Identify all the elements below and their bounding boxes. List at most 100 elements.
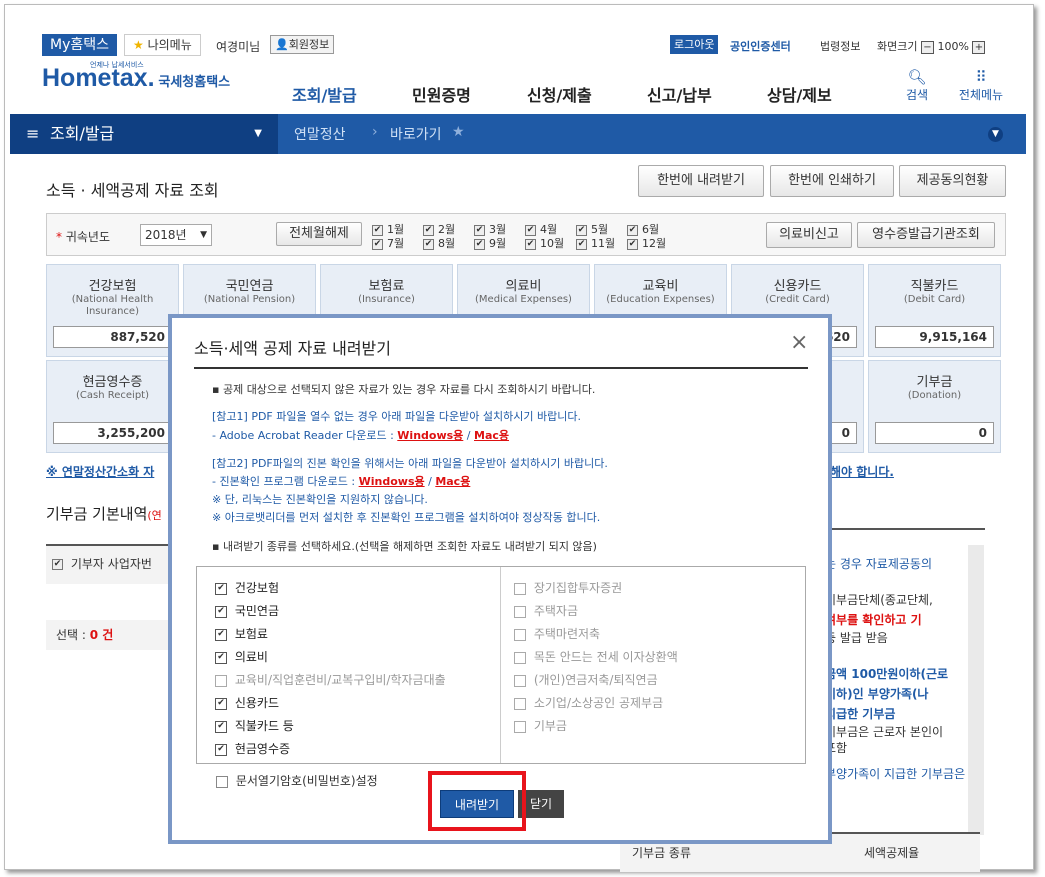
close-icon[interactable]: × (790, 330, 808, 355)
download-option[interactable]: ✔ 직불카드 등 (215, 717, 294, 734)
my-menu-button[interactable]: ★ 나의메뉴 (124, 34, 201, 56)
month-option[interactable]: ✔ 7월 (372, 235, 404, 251)
month-option[interactable]: ✔ 9월 (474, 235, 506, 251)
month-option[interactable]: ✔ 12월 (627, 235, 666, 251)
col-deduction-rate: 세액공제율 (864, 846, 920, 860)
download-option[interactable]: ✔ 현금영수증 (215, 740, 290, 757)
year-select[interactable]: 2018년 ▼ (140, 224, 212, 246)
checkbox-checked-icon[interactable]: ✔ (525, 238, 536, 250)
password-option[interactable]: 문서열기암호(비밀번호)설정 (216, 772, 378, 789)
download-option[interactable]: 기부금 (514, 717, 567, 734)
checkbox-checked-icon[interactable]: ✔ (423, 238, 434, 250)
cert-center-link[interactable]: 공인인증센터 (730, 38, 791, 54)
checkbox-icon[interactable] (514, 582, 526, 595)
checkbox-icon[interactable] (215, 674, 227, 687)
select-all-checkbox[interactable]: ✔ (52, 559, 63, 570)
dropdown-icon: ▼ (254, 128, 262, 139)
download-option[interactable]: ✔ 국민연금 (215, 602, 279, 619)
month-option[interactable]: ✔ 10월 (525, 235, 564, 251)
month-option[interactable]: ✔ 8월 (423, 235, 455, 251)
checkbox-checked-icon[interactable]: ✔ (215, 582, 227, 595)
medical-report-button[interactable]: 의료비신고 (766, 222, 852, 248)
month-option[interactable]: ✔ 11월 (576, 235, 615, 251)
download-option[interactable]: ✔ 의료비 (215, 648, 268, 665)
nav-certificate[interactable]: 민원증명 (412, 82, 471, 106)
checkbox-checked-icon[interactable]: ✔ (215, 697, 227, 710)
nav-apply[interactable]: 신청/제출 (527, 82, 592, 106)
breadcrumb-menu[interactable]: ≡ 조회/발급 ▼ (10, 114, 278, 154)
search-button[interactable]: 🔍︎ 검색 (902, 68, 932, 103)
member-info-label: 회원정보 (288, 38, 330, 51)
download-option[interactable]: 장기집합투자증권 (514, 579, 622, 596)
nav-report[interactable]: 신고/납부 (647, 82, 712, 106)
checkbox-checked-icon[interactable]: ✔ (474, 224, 485, 236)
checkbox-checked-icon[interactable]: ✔ (215, 651, 227, 664)
download-option[interactable]: 주택자금 (514, 602, 578, 619)
download-option[interactable]: ✔ 보험료 (215, 625, 268, 642)
download-option[interactable]: ✔ 신용카드 (215, 694, 279, 711)
download-option[interactable]: 주택마련저축 (514, 625, 600, 642)
checkbox-checked-icon[interactable]: ✔ (423, 224, 434, 236)
verify-mac-link[interactable]: Mac용 (435, 475, 470, 488)
download-option[interactable]: 목돈 안드는 전세 이자상환액 (514, 648, 678, 665)
verify-windows-link[interactable]: Windows용 (359, 475, 425, 488)
checkbox-checked-icon[interactable]: ✔ (474, 238, 485, 250)
my-hometax-button[interactable]: My홈택스 (42, 34, 118, 56)
zoom-in-button[interactable]: + (972, 41, 986, 54)
law-info-link[interactable]: 법령정보 (820, 38, 860, 54)
deduction-card[interactable]: 직불카드 (Debit Card) 9,915,164 (868, 264, 1001, 357)
checkbox-checked-icon[interactable]: ✔ (576, 224, 587, 236)
uncheck-all-months-button[interactable]: 전체월해제 (276, 222, 362, 246)
all-menu-button[interactable]: ⠿ 전체메뉴 (955, 68, 1007, 103)
download-all-button[interactable]: 한번에 내려받기 (638, 165, 764, 197)
download-option[interactable]: 소기업/소상공인 공제부금 (514, 694, 663, 711)
star-outline-icon[interactable]: ★ (452, 124, 465, 140)
print-all-button[interactable]: 한번에 인쇄하기 (770, 165, 894, 197)
consent-status-button[interactable]: 제공동의현황 (899, 165, 1006, 197)
hometax-logo[interactable]: 언제나 납세서비스 Hometax. 국세청홈택스 (42, 61, 242, 104)
receipt-org-search-button[interactable]: 영수증발급기관조회 (857, 222, 995, 248)
download-option[interactable]: 교육비/직업훈련비/교복구입비/학자금대출 (215, 671, 446, 688)
breadcrumb-year-end[interactable]: 연말정산 (294, 124, 346, 144)
checkbox-checked-icon[interactable]: ✔ (627, 224, 638, 236)
notice-link-right[interactable]: 해야 합니다. (830, 463, 894, 480)
breadcrumb-shortcut[interactable]: 바로가기 (390, 124, 442, 144)
notice-link[interactable]: ※ 연말정산간소화 자 (46, 463, 154, 480)
nav-inquiry[interactable]: 조회/발급 (292, 82, 357, 117)
breadcrumb-menu-label: 조회/발급 (50, 124, 115, 143)
checkbox-checked-icon[interactable]: ✔ (215, 628, 227, 641)
deduction-card[interactable]: 기부금 (Donation) 0 (868, 360, 1001, 453)
nav-consult[interactable]: 상담/제보 (767, 82, 832, 106)
checkbox-icon[interactable] (514, 651, 526, 664)
checkbox-icon[interactable] (514, 697, 526, 710)
deduction-card[interactable]: 현금영수증 (Cash Receipt) 3,255,200 (46, 360, 179, 453)
all-menu-label: 전체메뉴 (958, 88, 1004, 102)
checkbox-checked-icon[interactable]: ✔ (576, 238, 587, 250)
acrobat-windows-link[interactable]: Windows용 (397, 429, 463, 442)
password-checkbox[interactable] (216, 775, 228, 788)
acrobat-mac-link[interactable]: Mac용 (474, 429, 509, 442)
zoom-out-button[interactable]: − (920, 41, 934, 54)
scrollbar[interactable] (968, 545, 984, 835)
checkbox-checked-icon[interactable]: ✔ (215, 605, 227, 618)
checkbox-icon[interactable] (514, 628, 526, 641)
chevron-down-icon[interactable]: ▼ (988, 127, 1003, 142)
logout-button[interactable]: 로그아웃 (670, 35, 719, 54)
donation-guide-text: 는 경우 자료제공동의 기부금단체(종교단체, 여부를 확인하고 기등 발급 받음 금… (825, 530, 985, 830)
checkbox-icon[interactable] (514, 720, 526, 733)
download-option[interactable]: (개인)연금저축/퇴직연금 (514, 671, 658, 688)
member-info-button[interactable]: 👤회원정보 (270, 35, 335, 54)
checkbox-icon[interactable] (514, 605, 526, 618)
checkbox-checked-icon[interactable]: ✔ (627, 238, 638, 250)
checkbox-checked-icon[interactable]: ✔ (372, 224, 383, 236)
checkbox-icon[interactable] (514, 674, 526, 687)
deduction-card[interactable]: 건강보험 (National Health Insurance) 887,520 (46, 264, 179, 357)
checkbox-checked-icon[interactable]: ✔ (215, 743, 227, 756)
year-label-text: 귀속년도 (65, 230, 110, 244)
option-label: 주택자금 (533, 604, 578, 618)
checkbox-checked-icon[interactable]: ✔ (525, 224, 536, 236)
zoom-level: 100% (937, 40, 969, 53)
checkbox-checked-icon[interactable]: ✔ (372, 238, 383, 250)
checkbox-checked-icon[interactable]: ✔ (215, 720, 227, 733)
download-option[interactable]: ✔ 건강보험 (215, 579, 279, 596)
